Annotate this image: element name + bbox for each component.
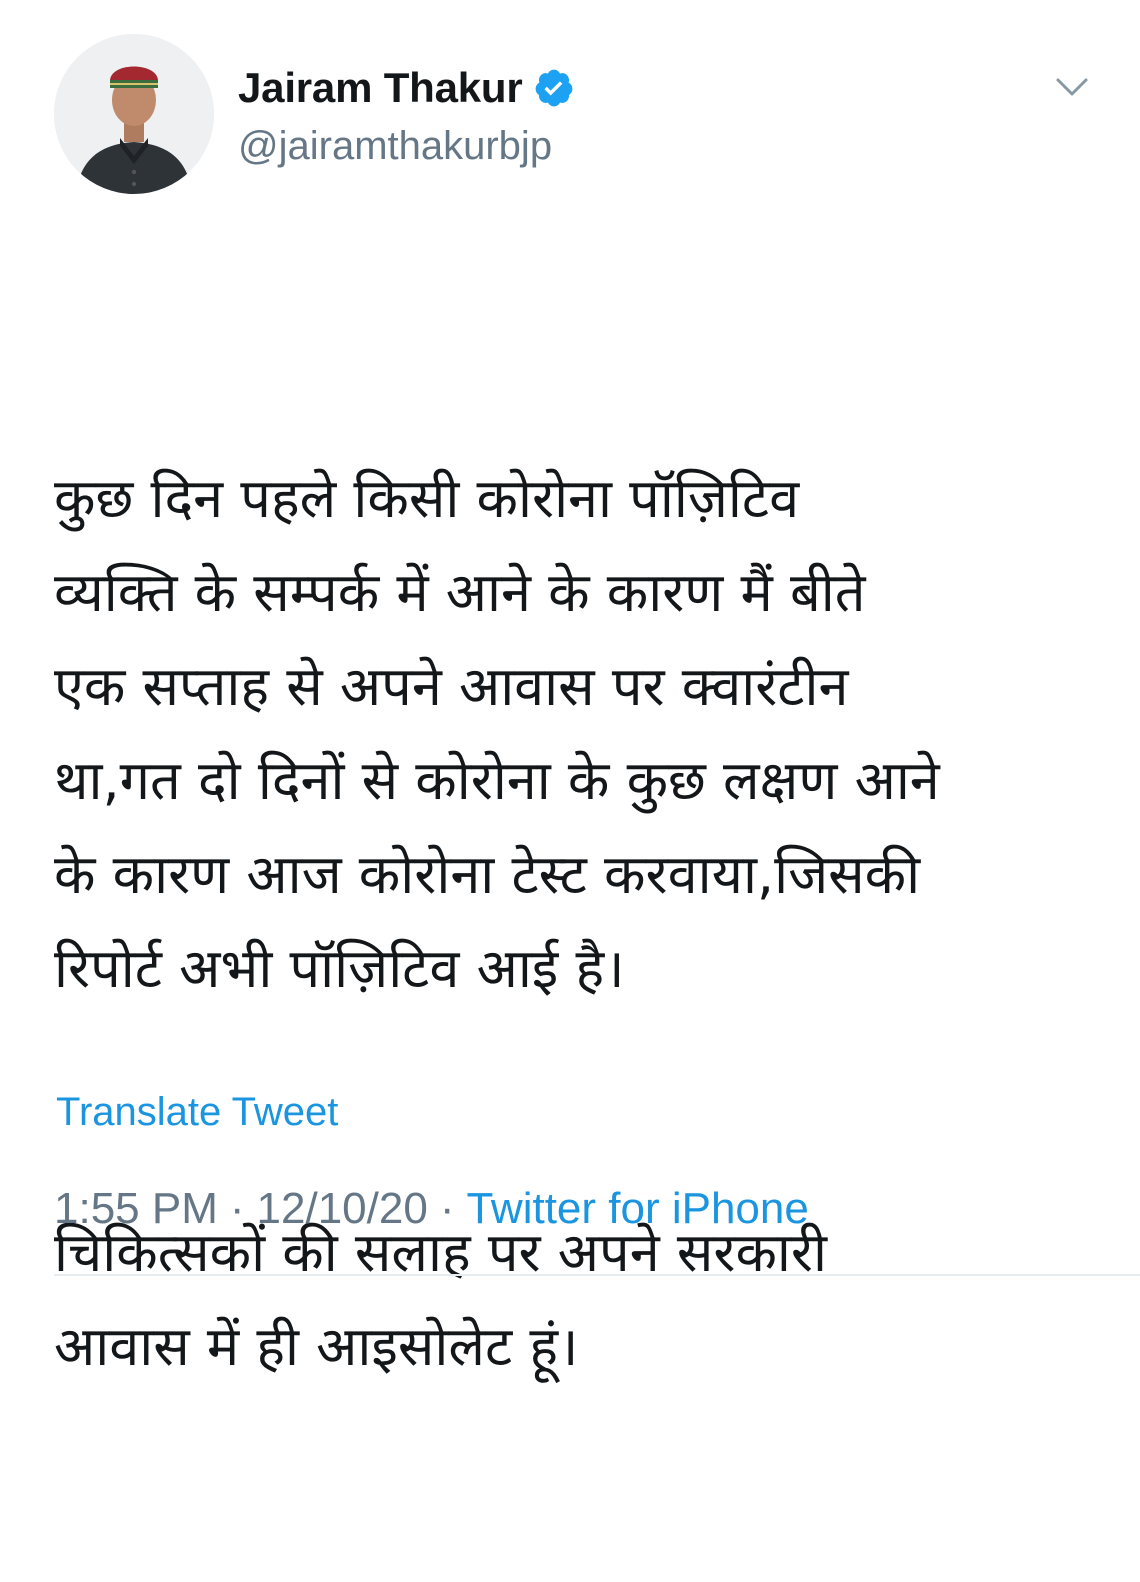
author-handle[interactable]: @jairamthakurbjp [238, 124, 575, 169]
tweet-paragraph: चिकित्सकों की सलाह पर अपने सरकारी आवास म… [54, 1221, 827, 1378]
meta-separator: · [229, 1184, 245, 1233]
tweet-text: कुछ दिन पहले किसी कोरोना पॉज़िटिव व्यक्त… [54, 264, 1104, 1582]
name-row: Jairam Thakur [238, 60, 575, 116]
author-block: Jairam Thakur @jairamthakurbjp [238, 60, 575, 169]
author-avatar[interactable] [54, 34, 214, 194]
author-display-name[interactable]: Jairam Thakur [238, 64, 523, 112]
chevron-down-icon[interactable] [1052, 70, 1092, 106]
tweet-time[interactable]: 1:55 PM [54, 1184, 218, 1233]
tweet-card: Jairam Thakur @jairamthakurbjp कुछ दिन प… [0, 0, 1140, 1378]
tweet-date[interactable]: 12/10/20 [257, 1184, 428, 1233]
divider [54, 1274, 1140, 1276]
avatar-photo-icon [54, 34, 214, 194]
verified-badge-icon [535, 69, 572, 107]
tweet-meta: 1:55 PM · 12/10/20 · Twitter for iPhone [54, 1184, 809, 1234]
meta-separator: · [439, 1184, 455, 1233]
translate-tweet-link[interactable]: Translate Tweet [56, 1090, 338, 1135]
tweet-paragraph: कुछ दिन पहले किसी कोरोना पॉज़िटिव व्यक्त… [54, 467, 940, 1000]
tweet-source-link[interactable]: Twitter for iPhone [466, 1184, 808, 1233]
